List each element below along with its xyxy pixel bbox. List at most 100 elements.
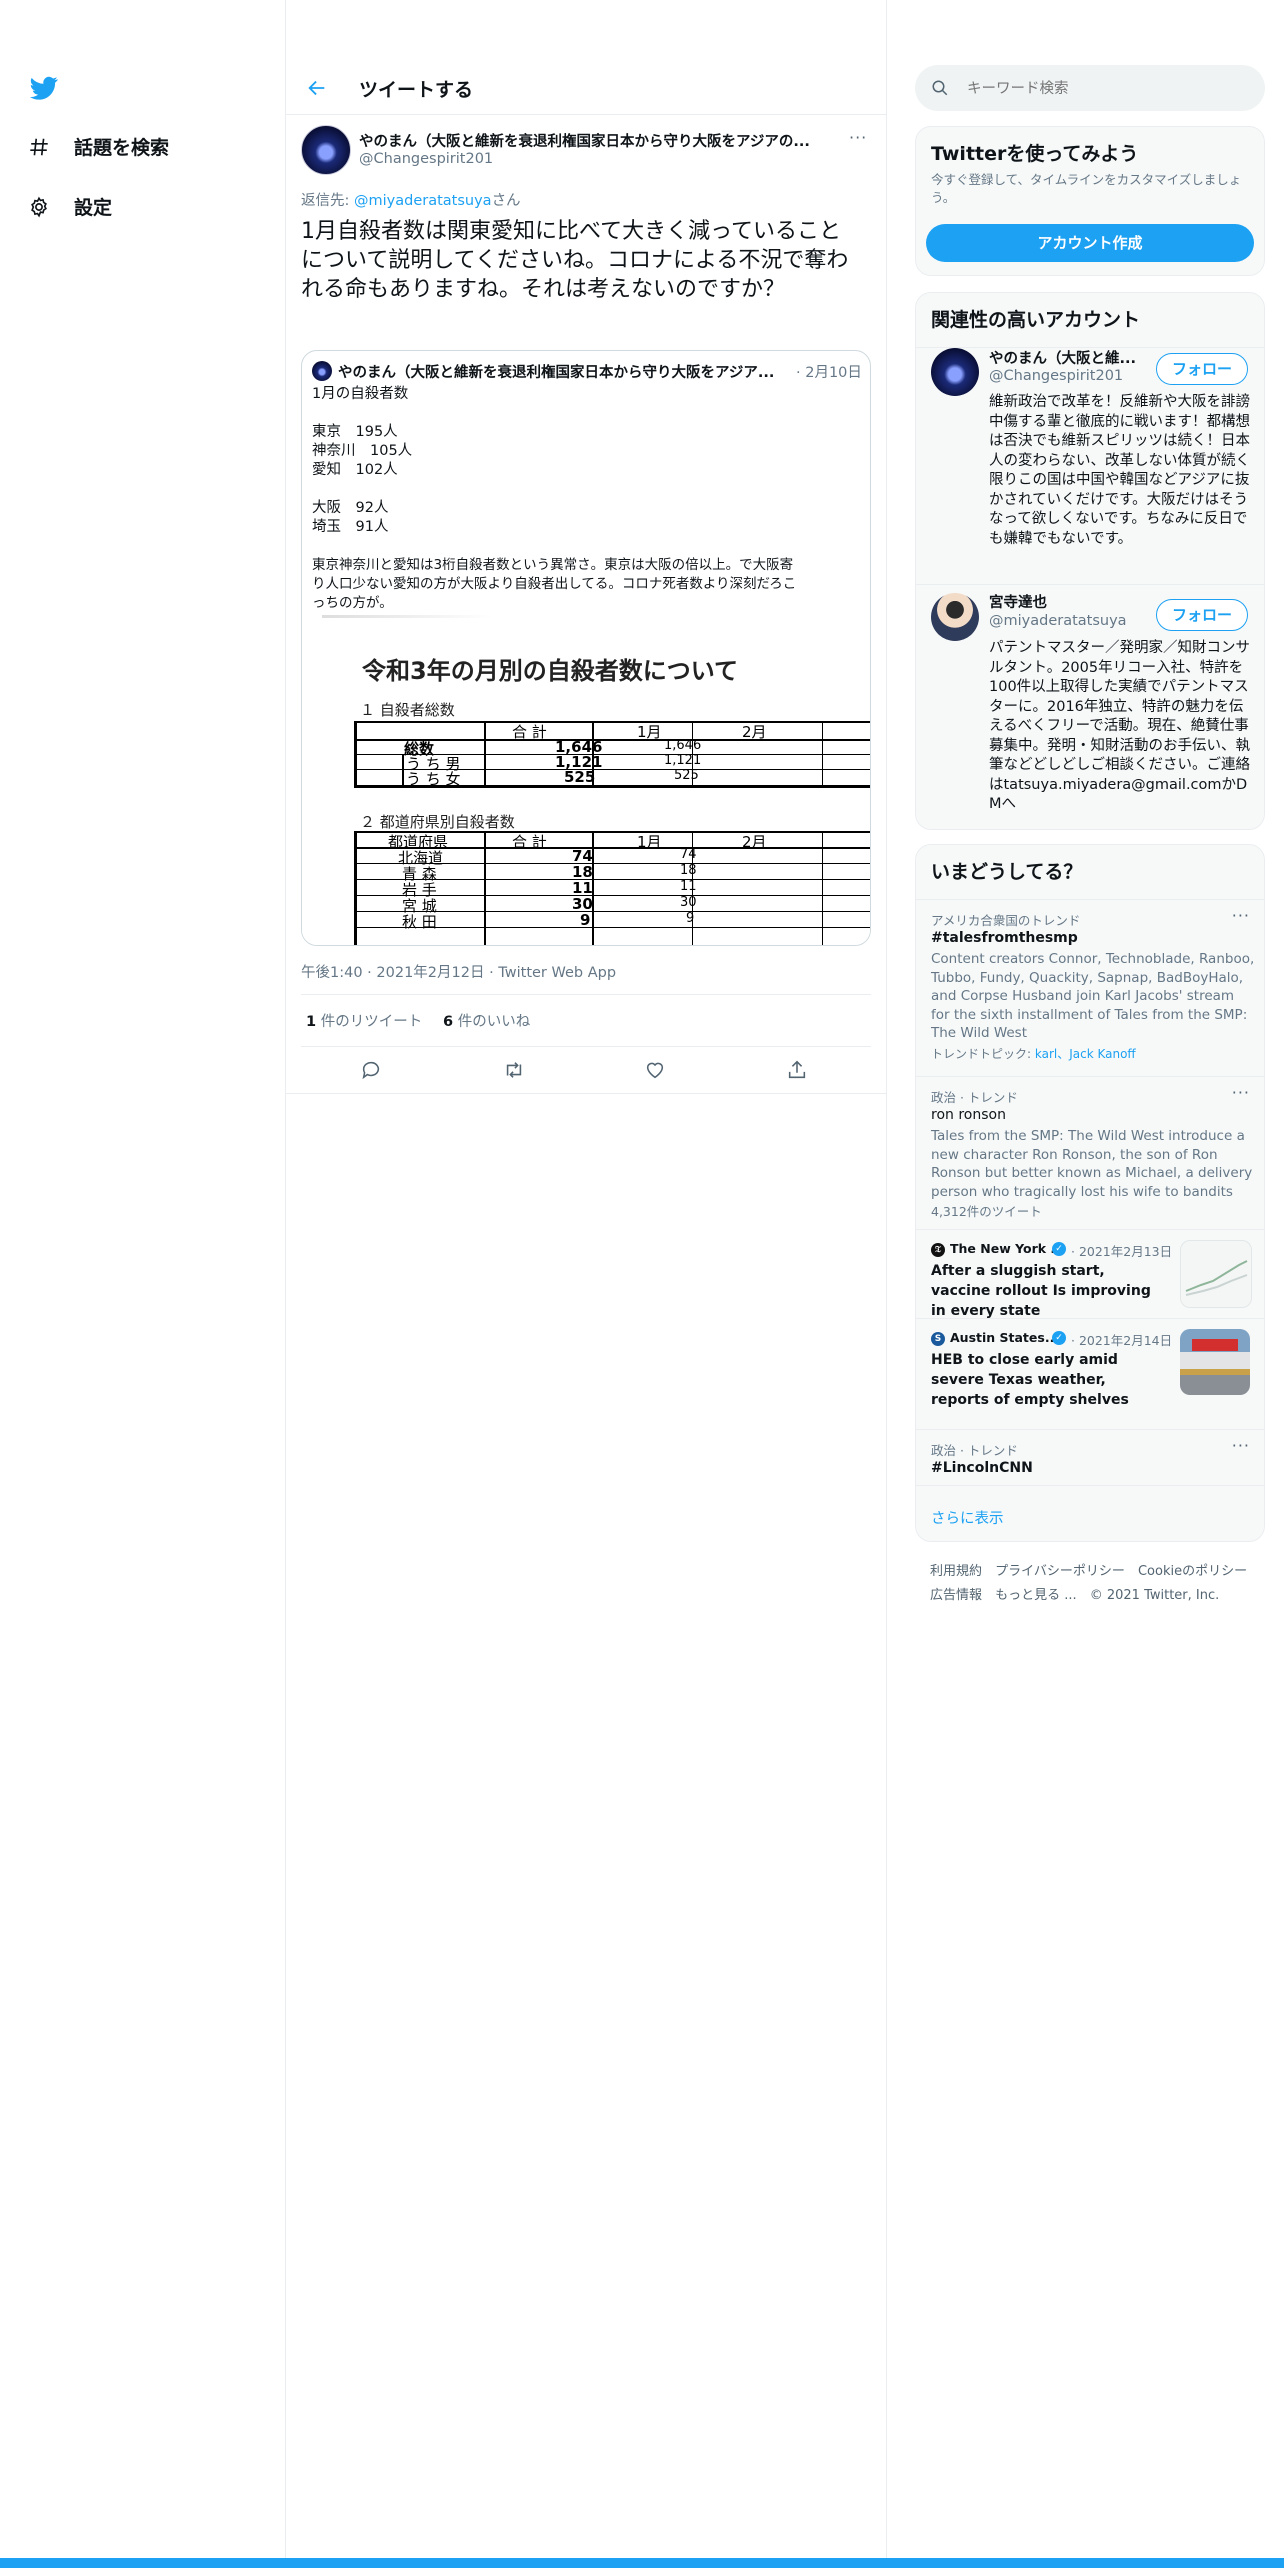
quote-line: 東京神奈川と愛知は3桁自殺者数という異常さ。東京は大阪の倍以上。で大阪寄 <box>312 557 794 573</box>
doc-cell: 1,121 <box>664 753 702 768</box>
news-headline: After a sluggish start, vaccine rollout … <box>931 1263 1151 1319</box>
follow-button[interactable]: フォロー <box>1156 599 1248 631</box>
doc-cell: 9 <box>686 911 695 926</box>
create-account-button[interactable]: アカウント作成 <box>926 224 1254 262</box>
news-thumbnail <box>1180 1240 1252 1308</box>
doc-cell: 74 <box>680 847 697 862</box>
share-icon[interactable] <box>786 1059 808 1081</box>
search-input[interactable] <box>965 65 1249 113</box>
news-date: · 2021年2月14日 <box>1071 1333 1173 1348</box>
quote-line: 大阪 92人 <box>312 500 389 516</box>
trend-item[interactable]: 政治 · トレンド ··· #LincolnCNN <box>916 1430 1264 1484</box>
doc-cell: 9 <box>580 911 591 929</box>
more-icon[interactable]: ··· <box>1232 906 1250 925</box>
verified-icon: ✓ <box>1052 1331 1066 1345</box>
account-avatar[interactable] <box>931 593 979 641</box>
account-handle[interactable]: @miyaderatatsuya <box>989 613 1127 629</box>
doc-section-1: １ 自殺者総数 <box>360 701 455 719</box>
relevant-accounts-panel: 関連性の高いアカウント やのまん（大阪と維... @Changespirit20… <box>915 292 1265 830</box>
back-arrow-icon[interactable] <box>306 77 328 99</box>
doc-header: 合 計 <box>512 723 547 741</box>
search-bar[interactable] <box>915 65 1265 113</box>
account-avatar[interactable] <box>931 348 979 396</box>
retweet-icon[interactable] <box>502 1059 526 1081</box>
trend-description: Tales from the SMP: The Wild West introd… <box>931 1128 1253 1200</box>
reply-icon[interactable] <box>360 1059 382 1081</box>
more-icon[interactable]: ··· <box>1232 1083 1250 1102</box>
verified-icon: ✓ <box>1052 1242 1066 1256</box>
retweets-count: 1 <box>306 1014 317 1030</box>
twitter-logo-icon[interactable] <box>28 74 60 102</box>
doc-header: 合 計 <box>512 833 547 851</box>
quote-line: 埼玉 91人 <box>312 519 389 535</box>
more-options-icon[interactable]: ··· <box>849 128 867 147</box>
trend-tweet-count: 4,312件のツイート <box>931 1204 1042 1219</box>
trend-topics: トレンドトピック: karl、Jack Kanoff <box>931 1045 1136 1062</box>
doc-cell: 30 <box>680 895 697 910</box>
follow-button[interactable]: フォロー <box>1156 353 1248 385</box>
news-item[interactable]: 𝔗 The New York ... ✓ · 2021年2月13日 After … <box>916 1230 1264 1319</box>
trend-name: ron ronson <box>931 1107 1006 1123</box>
trend-topics-links[interactable]: karl、Jack Kanoff <box>1035 1047 1136 1061</box>
hashtag-icon <box>28 136 50 158</box>
trends-panel: いまどうしてる？ アメリカ合衆国のトレンド ··· #talesfromthes… <box>915 844 1265 1542</box>
account-name[interactable]: やのまん（大阪と維... <box>989 347 1136 368</box>
tweet-timestamp[interactable]: 午後1:40 · 2021年2月12日 · Twitter Web App <box>301 961 616 982</box>
quote-date: · 2月10日 <box>796 365 862 381</box>
footer-link[interactable]: プライバシーポリシー <box>995 1564 1125 1579</box>
quote-line: 1月の自殺者数 <box>312 386 409 402</box>
reply-to-line: 返信先: @miyaderatatsuyaさん <box>301 189 521 210</box>
trend-item[interactable]: 政治 · トレンド ··· ron ronson Tales from the … <box>916 1077 1264 1229</box>
footer-link[interactable]: 広告情報 <box>930 1588 982 1603</box>
quote-line: 愛知 102人 <box>312 462 398 478</box>
news-thumbnail <box>1180 1329 1250 1395</box>
like-icon[interactable] <box>644 1059 666 1081</box>
footer-link[interactable]: 利用規約 <box>930 1564 982 1579</box>
doc-section-2: ２ 都道府県別自殺者数 <box>360 813 515 831</box>
nav-settings-label: 設定 <box>74 197 113 219</box>
news-headline: HEB to close early amid severe Texas wea… <box>931 1352 1129 1408</box>
doc-header: 2月 <box>742 723 767 741</box>
account-name[interactable]: 宮寺達也 <box>989 591 1047 612</box>
quote-avatar <box>312 361 332 381</box>
quoted-tweet[interactable]: やのまん（大阪と維新を衰退利権国家日本から守り大阪をアジア... · 2月10日… <box>301 350 871 946</box>
footer-link[interactable]: Cookieのポリシー <box>1138 1564 1247 1579</box>
footer-link[interactable]: もっと見る ... <box>995 1588 1077 1603</box>
account-handle[interactable]: @Changespirit201 <box>989 368 1123 384</box>
show-more-link[interactable]: さらに表示 <box>931 1507 1004 1528</box>
avatar[interactable] <box>301 125 351 175</box>
like-stats[interactable]: 6 件のいいね <box>443 1010 530 1031</box>
doc-header: 1月 <box>637 723 662 741</box>
trend-item[interactable]: アメリカ合衆国のトレンド ··· #talesfromthesmp Conten… <box>916 900 1264 1076</box>
trend-context: 政治 · トレンド <box>931 1443 1018 1458</box>
gear-icon <box>28 196 50 218</box>
main-column: ツイートする やのまん（大阪と維新を衰退利権国家日本から守り大阪をアジアの...… <box>285 0 887 2568</box>
doc-cell: 18 <box>680 863 697 878</box>
account-bio: 維新政治で改革を！反維新や大阪を誹謗中傷する輩と徹底的に戦います！都構想は否決で… <box>989 394 1250 547</box>
doc-pref-name: 秋 田 <box>402 913 437 931</box>
quote-image[interactable]: 令和3年の月別の自殺者数について １ 自殺者総数 合 計 1月 2月 総数 1,… <box>302 613 870 945</box>
news-source: Austin States... <box>950 1330 1060 1345</box>
trend-topics-label: トレンドトピック: <box>931 1047 1035 1061</box>
doc-cell: 525 <box>564 768 596 786</box>
reply-to-link[interactable]: @miyaderatatsuya <box>354 193 492 209</box>
doc-cell: 11 <box>680 879 697 894</box>
relevant-title: 関連性の高いアカウント <box>931 309 1141 331</box>
reply-prefix: 返信先: <box>301 193 354 209</box>
footer-copyright: © 2021 Twitter, Inc. <box>1089 1588 1220 1603</box>
reply-suffix: さん <box>491 193 521 209</box>
doc-header: 2月 <box>742 833 767 851</box>
news-item[interactable]: S Austin States... ✓ · 2021年2月14日 HEB to… <box>916 1319 1264 1429</box>
retweet-stats[interactable]: 1 件のリツイート <box>306 1010 422 1031</box>
trend-name: #LincolnCNN <box>931 1460 1033 1476</box>
tweet-text: 1月自殺者数は関東愛知に比べて大きく減っていることについて説明してくださいね。コ… <box>301 219 849 302</box>
author-handle[interactable]: @Changespirit201 <box>359 151 493 167</box>
news-source-logo: 𝔗 <box>931 1243 945 1257</box>
more-icon[interactable]: ··· <box>1232 1436 1250 1455</box>
footer: 利用規約 プライバシーポリシー Cookieのポリシー 広告情報 もっと見る .… <box>930 1559 1270 1607</box>
signup-title: Twitterを使ってみよう <box>931 143 1139 165</box>
quote-line: 神奈川 105人 <box>312 443 413 459</box>
nav-explore[interactable]: 話題を検索 <box>28 133 169 160</box>
nav-settings[interactable]: 設定 <box>28 193 112 220</box>
author-name[interactable]: やのまん（大阪と維新を衰退利権国家日本から守り大阪をアジアの... <box>359 130 810 151</box>
